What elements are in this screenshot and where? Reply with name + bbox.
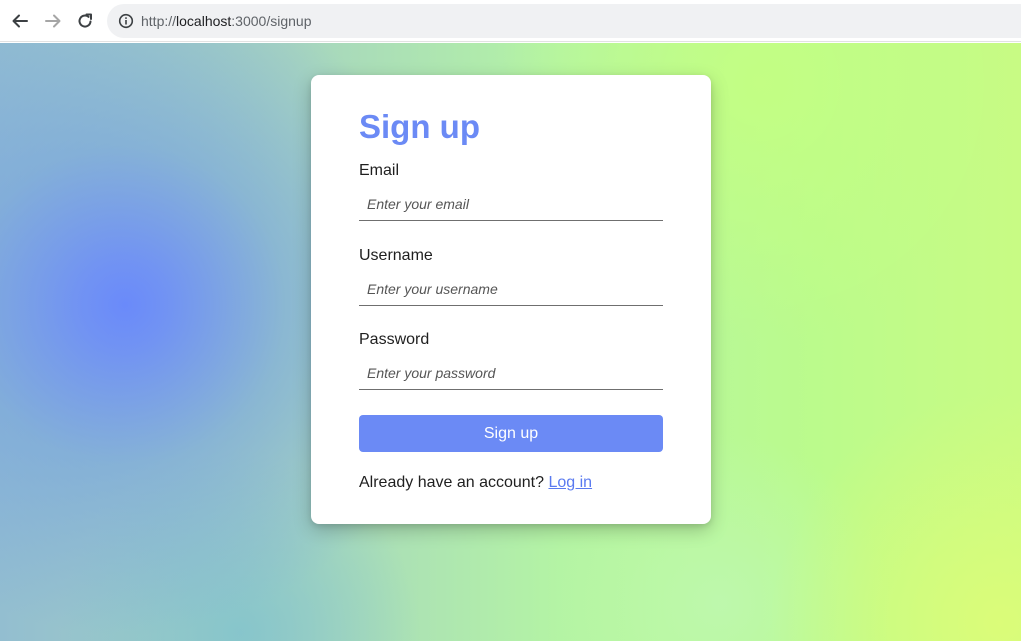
signup-card: Sign up Email Username Password Sign up …: [311, 75, 711, 524]
username-label: Username: [359, 247, 433, 264]
url-host: localhost: [176, 13, 232, 29]
page-title: Sign up: [359, 108, 480, 145]
back-button[interactable]: [10, 11, 30, 31]
url-prefix: http://: [141, 13, 177, 29]
reload-icon: [78, 13, 92, 28]
address-bar[interactable]: http://localhost:3000/signup: [107, 4, 1021, 38]
url-path: :3000/signup: [231, 13, 312, 29]
browser-toolbar: http://localhost:3000/signup: [0, 0, 1021, 42]
forward-button[interactable]: [43, 11, 63, 31]
password-field[interactable]: [359, 356, 663, 390]
login-link[interactable]: Log in: [548, 474, 592, 491]
email-field[interactable]: [359, 187, 663, 221]
reload-button[interactable]: [75, 11, 95, 31]
arrow-left-icon: [12, 14, 28, 28]
signup-button[interactable]: Sign up: [359, 415, 663, 452]
password-label: Password: [359, 331, 430, 348]
login-prompt: Already have an account? Log in: [359, 473, 592, 493]
username-field[interactable]: [359, 272, 663, 306]
email-label: Email: [359, 162, 400, 179]
url-text: http://localhost:3000/signup: [141, 13, 311, 29]
info-icon[interactable]: [118, 13, 134, 29]
arrow-right-icon: [45, 14, 61, 28]
page-background: Sign up Email Username Password Sign up …: [0, 43, 1021, 641]
login-prompt-text: Already have an account?: [359, 474, 545, 491]
